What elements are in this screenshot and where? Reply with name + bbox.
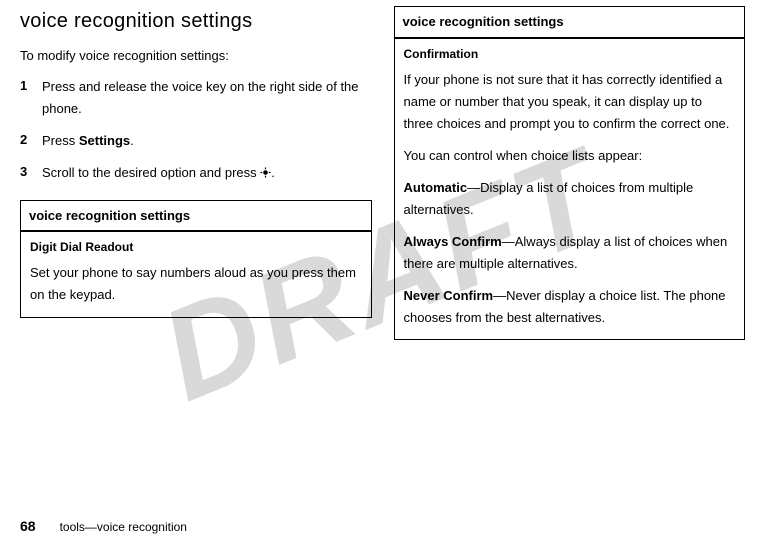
step-item: 2 Press Settings.: [20, 130, 372, 152]
box-text: Set your phone to say numbers aloud as y…: [30, 262, 362, 306]
step-prefix: Scroll to the desired option and press: [42, 165, 260, 180]
step-number: 3: [20, 162, 42, 182]
step-prefix: Press: [42, 133, 79, 148]
breadcrumb: tools—voice recognition: [60, 518, 187, 536]
step-suffix: .: [130, 133, 134, 148]
page-footer: 68 tools—voice recognition: [20, 516, 187, 537]
center-key-icon: [260, 167, 271, 178]
option-item: Never Confirm—Never display a choice lis…: [404, 285, 736, 329]
step-text: Scroll to the desired option and press .: [42, 162, 372, 184]
step-text: Press and release the voice key on the r…: [42, 76, 372, 120]
page-heading: voice recognition settings: [20, 6, 372, 36]
settings-box-left: voice recognition settings Digit Dial Re…: [20, 200, 372, 318]
option-name: Never Confirm: [404, 288, 494, 303]
left-column: voice recognition settings To modify voi…: [20, 6, 372, 340]
step-item: 3 Scroll to the desired option and press…: [20, 162, 372, 184]
step-bold-label: Settings: [79, 133, 130, 148]
box-header: voice recognition settings: [395, 7, 745, 39]
intro-text: To modify voice recognition settings:: [20, 46, 372, 66]
box-subheading: Confirmation: [404, 45, 736, 63]
step-text: Press Settings.: [42, 130, 372, 152]
box-paragraph: If your phone is not sure that it has co…: [404, 69, 736, 135]
step-item: 1 Press and release the voice key on the…: [20, 76, 372, 120]
option-name: Always Confirm: [404, 234, 502, 249]
step-number: 2: [20, 130, 42, 150]
box-header: voice recognition settings: [21, 201, 371, 233]
step-number: 1: [20, 76, 42, 96]
settings-box-right: voice recognition settings Confirmation …: [394, 6, 746, 340]
page-number: 68: [20, 516, 36, 537]
option-item: Automatic—Display a list of choices from…: [404, 177, 736, 221]
steps-list: 1 Press and release the voice key on the…: [20, 76, 372, 184]
step-suffix: .: [271, 165, 275, 180]
right-column: voice recognition settings Confirmation …: [394, 6, 746, 340]
option-item: Always Confirm—Always display a list of …: [404, 231, 736, 275]
option-name: Automatic: [404, 180, 468, 195]
box-paragraph: You can control when choice lists appear…: [404, 145, 736, 167]
box-subheading: Digit Dial Readout: [30, 238, 362, 256]
